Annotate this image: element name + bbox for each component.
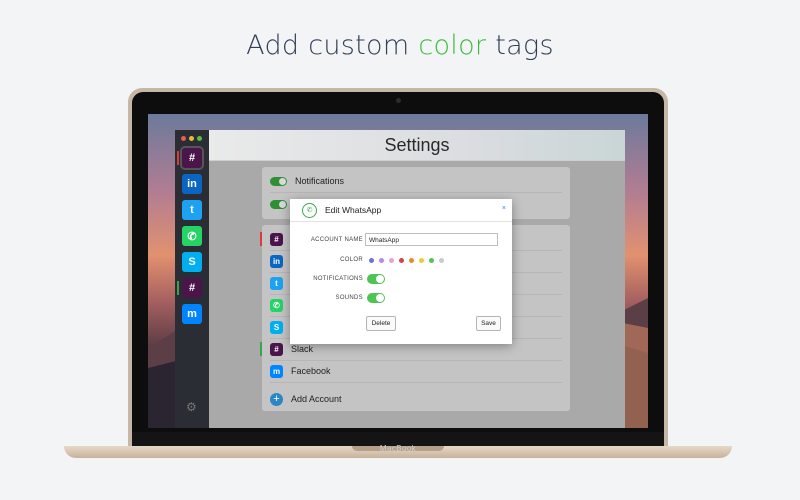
color-swatch[interactable]: [419, 258, 424, 263]
account-name: Slack: [291, 344, 314, 354]
notifications-label-dialog: NOTIFICATIONS: [313, 276, 363, 282]
color-swatch[interactable]: [439, 258, 444, 263]
color-swatch[interactable]: [389, 258, 394, 263]
sidebar-item-slack-icon[interactable]: #: [182, 148, 202, 168]
headline-accent: color: [418, 30, 487, 61]
account-color-tag: [260, 342, 262, 356]
color-swatch[interactable]: [409, 258, 414, 263]
account-icon: #: [270, 232, 283, 246]
window-title: Settings: [384, 135, 450, 155]
plus-icon: +: [270, 392, 283, 406]
sidebar-item-messenger-icon[interactable]: m: [182, 304, 202, 324]
sounds-label: SOUNDS: [335, 295, 363, 301]
headline-prefix: Add custom: [246, 30, 419, 61]
camera-icon: [396, 98, 401, 103]
save-button[interactable]: Save: [476, 316, 501, 331]
notifications-label: Notifications: [295, 176, 345, 186]
color-swatch[interactable]: [369, 258, 374, 263]
notifications-toggle-dialog[interactable]: [367, 274, 385, 284]
close-window-button[interactable]: [181, 136, 186, 141]
account-color-tag: [260, 232, 262, 246]
account-icon: m: [270, 364, 283, 378]
color-swatch[interactable]: [429, 258, 434, 263]
account-name-input[interactable]: WhatsApp: [365, 233, 498, 246]
sidebar-color-tag: [177, 281, 179, 295]
color-swatch[interactable]: [399, 258, 404, 263]
sidebar-item-whatsapp-icon[interactable]: ✆: [182, 226, 202, 246]
close-icon[interactable]: ×: [502, 205, 506, 212]
add-account-button[interactable]: + Add Account: [270, 388, 562, 410]
add-account-card: + Add Account: [262, 387, 570, 411]
account-icon: S: [270, 320, 283, 334]
setting-toggle-2[interactable]: [270, 199, 287, 209]
headline: Add custom color tags: [0, 30, 800, 61]
headline-suffix: tags: [486, 30, 554, 61]
account-icon: in: [270, 254, 283, 268]
sidebar: # in t ✆ S # m ⚙: [175, 130, 209, 428]
sidebar-color-tag: [177, 151, 179, 165]
whatsapp-icon: ✆: [302, 202, 317, 218]
account-icon: ✆: [270, 298, 283, 312]
notifications-toggle[interactable]: [270, 176, 287, 186]
sidebar-item-linkedin-icon[interactable]: in: [182, 174, 202, 194]
sidebar-item-skype-icon[interactable]: S: [182, 252, 202, 272]
account-row[interactable]: m Facebook: [270, 360, 562, 383]
notifications-row: Notifications: [270, 170, 562, 193]
sidebar-item-twitter-icon[interactable]: t: [182, 200, 202, 220]
account-name: Facebook: [291, 366, 331, 376]
account-icon: #: [270, 342, 283, 356]
zoom-window-button[interactable]: [197, 136, 202, 141]
account-icon: t: [270, 276, 283, 290]
gear-icon[interactable]: ⚙: [186, 400, 197, 414]
dialog-title: Edit WhatsApp: [325, 205, 382, 215]
laptop-label: MacBook: [379, 444, 417, 453]
account-name-label: ACCOUNT NAME: [310, 237, 363, 243]
dialog-header: ✆ Edit WhatsApp ×: [290, 199, 512, 222]
edit-account-dialog: ✆ Edit WhatsApp × ACCOUNT NAME WhatsApp …: [290, 199, 512, 344]
add-account-label: Add Account: [291, 394, 342, 404]
title-bar: Settings: [209, 130, 625, 161]
delete-button[interactable]: Delete: [366, 316, 396, 331]
minimize-window-button[interactable]: [189, 136, 194, 141]
sidebar-item-slack-icon[interactable]: #: [182, 278, 202, 298]
color-label: COLOR: [340, 257, 363, 263]
sounds-toggle[interactable]: [367, 293, 385, 303]
color-swatch[interactable]: [379, 258, 384, 263]
